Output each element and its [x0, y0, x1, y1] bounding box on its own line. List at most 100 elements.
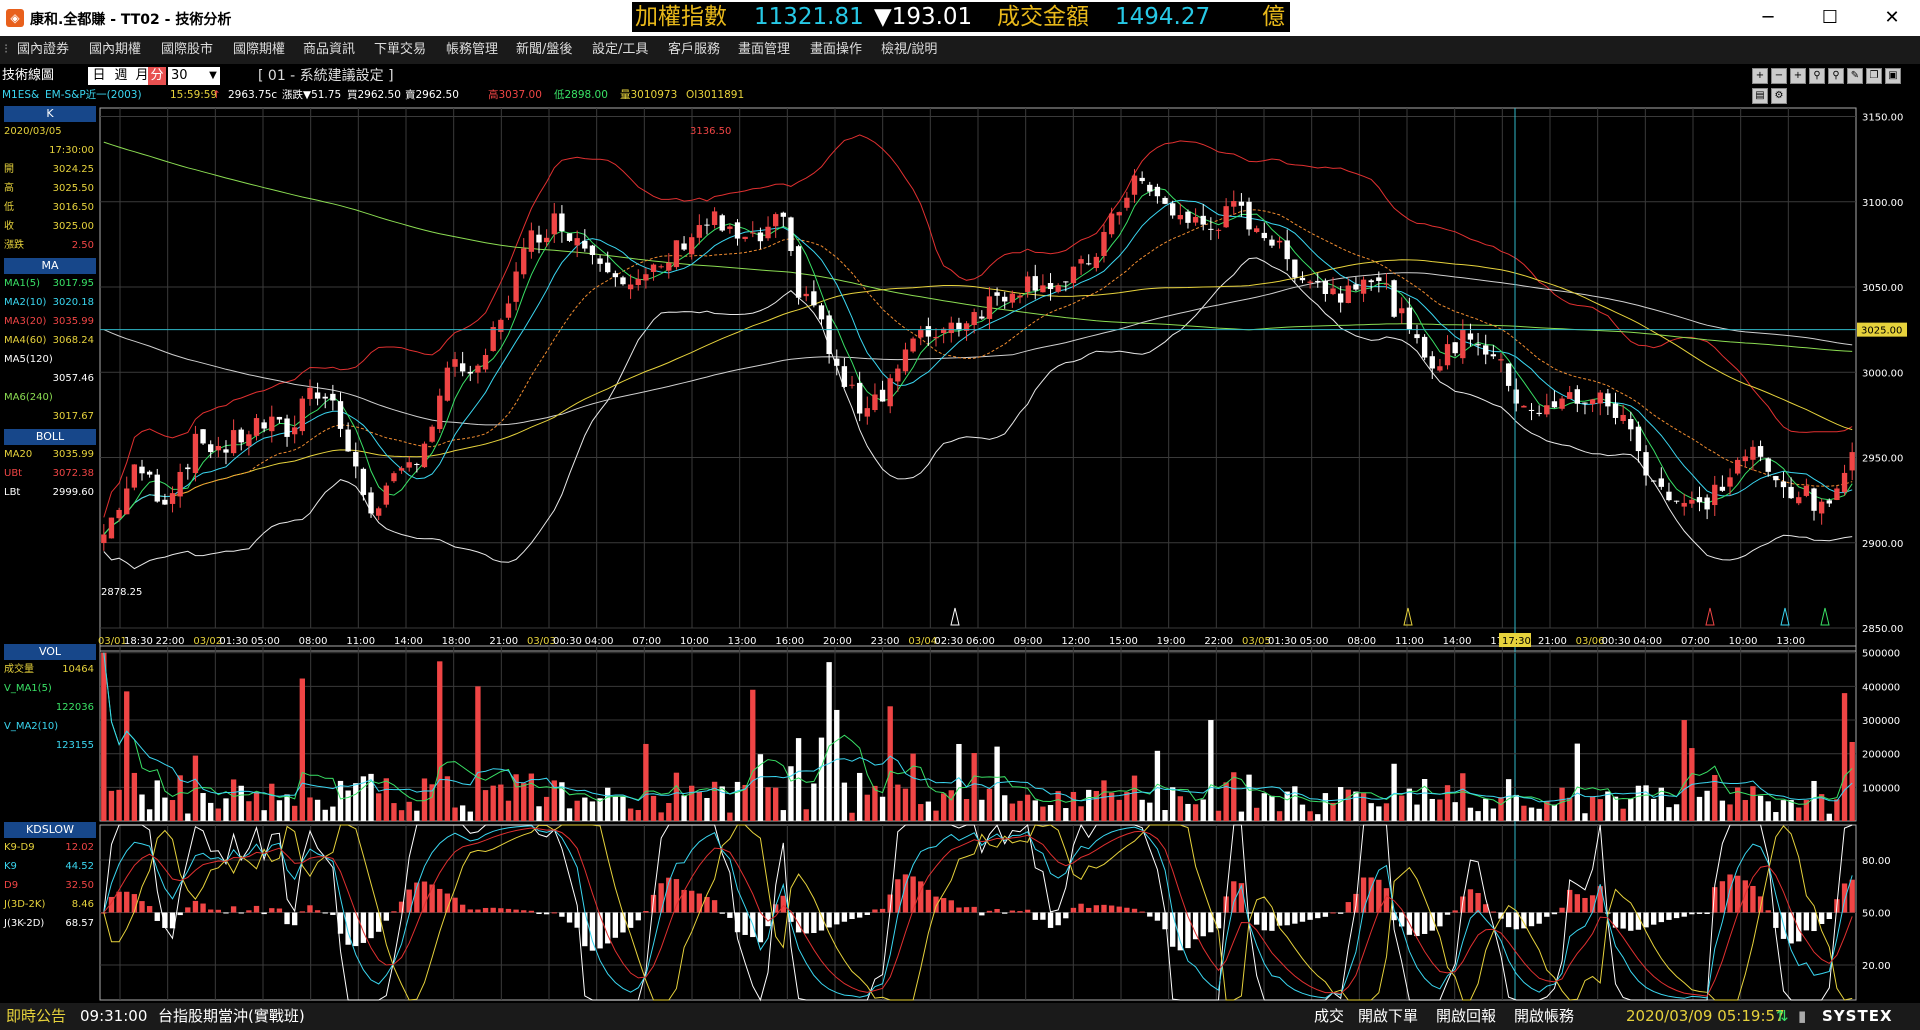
volume-bar [1788, 800, 1794, 821]
close-button[interactable]: ✕ [1872, 4, 1912, 32]
k-panel-header[interactable]: K [4, 106, 96, 122]
menu-item-6[interactable]: 帳務管理 [446, 36, 498, 64]
minimize-button[interactable]: ─ [1748, 4, 1788, 32]
kd-histogram-bar [154, 912, 160, 921]
candle-body [1215, 229, 1222, 231]
trade-button[interactable]: 成交 [1314, 1003, 1344, 1030]
menu-item-0[interactable]: 國內證券 [17, 36, 69, 64]
turnover-value: 1494.27 [1115, 4, 1211, 30]
ma-info-value: 3017.67 [52, 411, 94, 422]
announce-text[interactable]: 台指股期當沖(實戰班) [158, 1003, 305, 1030]
kd-histogram-bar [681, 889, 687, 913]
volume-bar [131, 772, 138, 821]
chart-area[interactable]: 3150.00 3100.00 3050.00 3000.00 2950.00 2900.… [0, 103, 1920, 1003]
menu-item-7[interactable]: 新聞/盤後 [516, 36, 572, 64]
zoom-in-icon[interactable]: + [1790, 68, 1806, 84]
vol-info-label: V_MA2(10) [4, 721, 59, 732]
menu-item-12[interactable]: 檢視/說明 [881, 36, 937, 64]
kd-histogram-bar [131, 894, 138, 913]
volume-bar [1078, 806, 1084, 821]
menu-item-9[interactable]: 客戶服務 [668, 36, 720, 64]
period-week-button[interactable]: 週 [110, 67, 132, 85]
candle-body [605, 262, 611, 273]
draw-icon[interactable]: ✎ [1847, 68, 1863, 84]
ma-info-value: 3068.24 [52, 335, 94, 346]
open-account-button[interactable]: 開啟帳務 [1514, 1003, 1574, 1030]
kd-histogram-bar [284, 912, 290, 925]
menu-item-3[interactable]: 國際期權 [233, 36, 285, 64]
kd-histogram-bar [1322, 912, 1329, 917]
search-icon[interactable]: ⚲ [1809, 68, 1825, 84]
volume-bar [284, 794, 290, 821]
kd-histogram-bar [223, 912, 229, 914]
kd-histogram-bar [559, 912, 565, 917]
candle-body [1574, 389, 1581, 404]
candle-body [879, 389, 886, 402]
volume-bar [902, 788, 909, 821]
kd-histogram-bar [673, 879, 680, 913]
candle-body [437, 395, 443, 430]
candle-body [612, 273, 619, 278]
menu-item-11[interactable]: 畫面操作 [810, 36, 862, 64]
kd-histogram-bar [1124, 907, 1130, 913]
kd-panel-header[interactable]: KDSLOW [4, 822, 96, 838]
menu-item-5[interactable]: 下單交易 [374, 36, 426, 64]
candle-body [1658, 478, 1664, 487]
zoom-out-icon[interactable]: − [1771, 68, 1787, 84]
status-clock: 2020/03/09 05:19:57 [1626, 1007, 1785, 1025]
volume-bar [841, 782, 848, 821]
open-order-button[interactable]: 開啟下單 [1358, 1003, 1418, 1030]
menu-item-2[interactable]: 國際股市 [161, 36, 213, 64]
vol-panel-header[interactable]: VOL [4, 644, 96, 660]
save-icon[interactable]: ▣ [1885, 68, 1901, 84]
volume-bar [230, 779, 237, 821]
volume-bar [658, 812, 664, 821]
kd-histogram-bar [261, 912, 267, 915]
volume-bar [1803, 800, 1810, 821]
volume-bar [1185, 803, 1191, 821]
price-tick-label: 2900.00 [1862, 539, 1903, 550]
time-tick-label: 06:00 [966, 636, 995, 647]
kd-histogram-bar [956, 907, 962, 913]
preset-title[interactable]: [ 01 - 系統建議設定 ] [258, 66, 394, 86]
period-minute-button[interactable]: 分 [148, 67, 166, 85]
candle-body [811, 291, 817, 306]
copy-icon[interactable]: ❐ [1866, 68, 1882, 84]
kd-histogram-bar [1185, 912, 1191, 949]
volume-bar [1796, 807, 1802, 821]
open-report-button[interactable]: 開啟回報 [1436, 1003, 1496, 1030]
period-day-button[interactable]: 日 [88, 67, 110, 85]
kd-histogram-bar [910, 876, 916, 913]
volume-bar [1368, 803, 1374, 821]
boll-info-label: MA20 [4, 449, 33, 460]
ma-info-label: MA3(20) [4, 316, 47, 327]
volume-bar [1765, 801, 1771, 821]
menu-item-8[interactable]: 設定/工具 [592, 36, 648, 64]
ma-panel-header[interactable]: MA [4, 258, 96, 274]
kd-histogram-bar [1009, 910, 1016, 913]
kd-histogram-bar [933, 896, 939, 913]
chart-toolbar: 技術線圖 日 週 月 分 30 ▼ [ 01 - 系統建議設定 ] + − + ⚲ ⚲ ✎… [0, 66, 1920, 104]
boll-panel-header[interactable]: BOLL [4, 429, 96, 445]
kd-histogram-bar [536, 912, 542, 914]
kd-histogram-bar [1002, 912, 1008, 914]
kd-histogram-bar [1750, 885, 1756, 913]
volume-bar [1620, 808, 1626, 821]
candle-body [1078, 259, 1084, 264]
volume-bar [124, 691, 130, 821]
maximize-button[interactable]: ☐ [1810, 4, 1850, 32]
candle-body [1299, 277, 1306, 281]
kd-histogram-bar [1818, 912, 1825, 924]
chevron-down-icon[interactable]: ▼ [206, 67, 220, 85]
menu-item-4[interactable]: 商品資訊 [303, 36, 355, 64]
volume-bar [1444, 785, 1451, 821]
menu-item-10[interactable]: 畫面管理 [738, 36, 790, 64]
candle-body [1620, 414, 1626, 422]
magnify-icon[interactable]: ⚲ [1828, 68, 1844, 84]
menu-item-1[interactable]: 國內期權 [89, 36, 141, 64]
kd-histogram-bar [1559, 907, 1565, 913]
kd-histogram-bar [1047, 912, 1054, 928]
candle-body [1742, 456, 1748, 462]
crosshair-icon[interactable]: + [1752, 68, 1768, 84]
candle-body [1238, 201, 1245, 206]
